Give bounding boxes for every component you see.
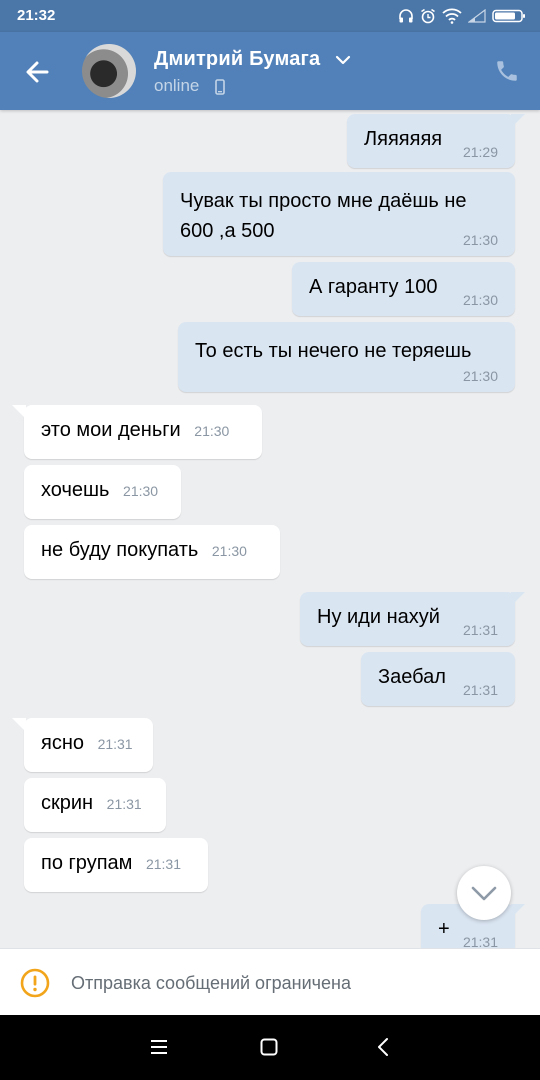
message-incoming[interactable]: ясно 21:31 bbox=[12, 718, 153, 772]
restriction-text: Отправка сообщений ограничена bbox=[71, 973, 351, 993]
message-outgoing[interactable]: То есть ты нечего не теряешь 21:30 bbox=[178, 322, 515, 392]
message-time: 21:31 bbox=[462, 934, 498, 948]
message-time: 21:31 bbox=[462, 682, 498, 698]
system-nav-bar bbox=[0, 1015, 540, 1080]
bubble-tail bbox=[511, 114, 525, 128]
message-outgoing[interactable]: А гаранту 100 21:30 bbox=[292, 262, 515, 316]
message-time: 21:29 bbox=[462, 144, 498, 160]
message-body: это мои деньги bbox=[41, 419, 181, 441]
message-incoming[interactable]: по групам 21:31 bbox=[24, 838, 208, 892]
message-incoming[interactable]: скрин 21:31 bbox=[24, 778, 166, 832]
status-time: 21:32 bbox=[17, 7, 56, 24]
phone-call-icon[interactable] bbox=[494, 58, 520, 84]
message-time: 21:31 bbox=[97, 736, 133, 752]
message-text: То есть ты нечего не теряешь bbox=[195, 340, 472, 362]
message-outgoing[interactable]: Ну иди нахуй 21:31 bbox=[300, 592, 525, 646]
wifi-icon bbox=[442, 8, 462, 24]
message-outgoing[interactable]: Заебал 21:31 bbox=[361, 652, 515, 706]
message-time: 21:31 bbox=[106, 796, 142, 812]
home-icon[interactable] bbox=[259, 1037, 279, 1057]
signal-icon bbox=[468, 9, 486, 23]
message-text: скрин 21:31 bbox=[41, 792, 142, 815]
message-body: по групам bbox=[41, 852, 133, 874]
message-time: 21:30 bbox=[462, 292, 498, 308]
contact-status: online bbox=[154, 76, 200, 95]
message-outgoing[interactable]: Ляяяяяя 21:29 bbox=[347, 114, 525, 168]
status-icons bbox=[398, 7, 526, 25]
back-button[interactable] bbox=[20, 54, 56, 90]
message-time: 21:31 bbox=[145, 856, 182, 872]
message-text: хочешь 21:30 bbox=[41, 479, 158, 502]
message-text: не буду покупать 21:30 bbox=[41, 539, 247, 562]
battery-icon bbox=[492, 9, 525, 23]
message-body: ясно bbox=[41, 732, 84, 754]
message-outgoing[interactable]: Чувак ты просто мне даёшь не 600 ,а 500 … bbox=[163, 172, 515, 256]
chevron-down-icon[interactable] bbox=[335, 54, 351, 66]
scroll-to-bottom-button[interactable] bbox=[457, 866, 511, 920]
message-time: 21:30 bbox=[194, 423, 230, 439]
chat-header: Дмитрий Бумага online bbox=[0, 32, 540, 110]
message-text: Заебал bbox=[378, 666, 446, 688]
messaging-restricted-bar: Отправка сообщений ограничена bbox=[0, 948, 540, 1016]
bubble-tail bbox=[511, 592, 525, 606]
status-bar: 21:32 bbox=[0, 0, 540, 32]
message-incoming[interactable]: не буду покупать 21:30 bbox=[24, 525, 280, 579]
message-list[interactable]: Ляяяяяя 21:29 Чувак ты просто мне даёшь … bbox=[0, 110, 540, 948]
message-text: по групам 21:31 bbox=[41, 852, 181, 875]
menu-icon[interactable] bbox=[149, 1037, 169, 1057]
message-text: Чувак ты просто мне даёшь не 600 ,а 500 bbox=[180, 190, 467, 242]
message-time: 21:30 bbox=[211, 543, 247, 559]
message-incoming[interactable]: это мои деньги 21:30 bbox=[12, 405, 262, 459]
message-body: не буду покупать bbox=[41, 539, 199, 561]
message-text: ясно 21:31 bbox=[41, 732, 133, 755]
headphones-icon bbox=[399, 9, 413, 23]
message-body: скрин bbox=[41, 792, 94, 814]
message-time: 21:31 bbox=[462, 622, 498, 638]
message-text: А гаранту 100 bbox=[309, 276, 438, 298]
back-nav-icon[interactable] bbox=[374, 1037, 394, 1057]
message-text: Ну иди нахуй bbox=[317, 606, 440, 628]
message-body: хочешь bbox=[41, 479, 110, 501]
mobile-phone-icon bbox=[215, 79, 225, 95]
chevron-down-icon bbox=[471, 886, 497, 901]
message-time: 21:30 bbox=[123, 483, 159, 499]
warning-icon bbox=[20, 968, 50, 998]
bubble-tail bbox=[12, 718, 26, 732]
message-text: + bbox=[438, 918, 450, 940]
alarm-icon bbox=[421, 8, 435, 24]
message-text: это мои деньги 21:30 bbox=[41, 419, 229, 442]
contact-name[interactable]: Дмитрий Бумага bbox=[154, 48, 320, 71]
message-time: 21:30 bbox=[462, 232, 498, 248]
message-incoming[interactable]: хочешь 21:30 bbox=[24, 465, 181, 519]
avatar[interactable] bbox=[82, 44, 136, 98]
message-time: 21:30 bbox=[462, 368, 498, 384]
back-arrow-icon bbox=[26, 61, 49, 83]
bubble-tail bbox=[12, 405, 26, 419]
bubble-tail bbox=[511, 904, 525, 918]
message-text: Ляяяяяя bbox=[364, 128, 443, 150]
